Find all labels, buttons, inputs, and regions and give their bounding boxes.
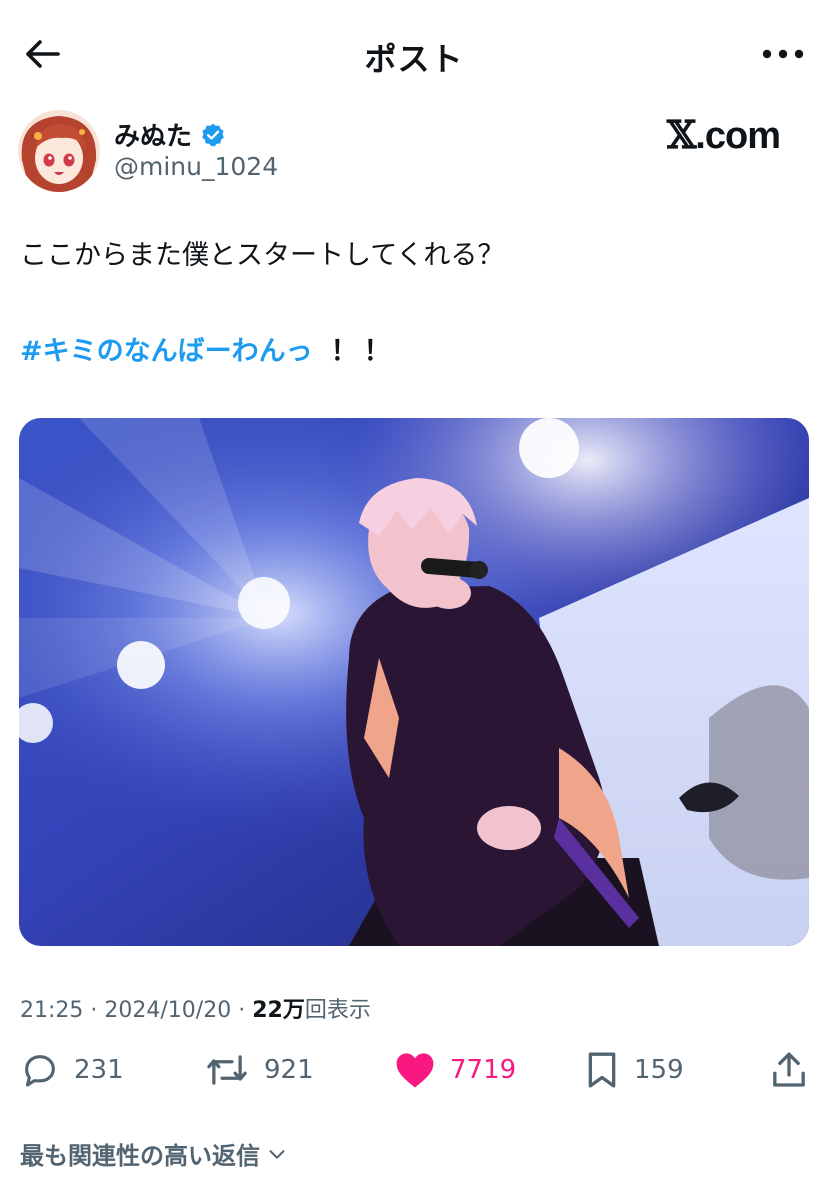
- reply-icon: [25, 1055, 55, 1087]
- like-button[interactable]: 7719: [394, 1050, 516, 1090]
- reply-count: 231: [74, 1055, 124, 1085]
- views-count[interactable]: 22万: [252, 998, 305, 1023]
- reply-button[interactable]: 231: [20, 1050, 124, 1090]
- avatar[interactable]: [18, 110, 100, 192]
- x-com-logo: 𝕏.com: [666, 112, 781, 158]
- action-bar: 231 921 7719 159: [0, 1050, 828, 1100]
- hashtag-link[interactable]: #キミのなんばーわんっ: [20, 336, 313, 367]
- repost-icon: [207, 1055, 247, 1085]
- share-button[interactable]: [770, 1050, 808, 1090]
- page-title: ポスト: [364, 40, 464, 78]
- heart-icon: [396, 1053, 434, 1088]
- tweet-hashtag-line: #キミのなんばーわんっ ！！: [20, 332, 397, 372]
- bookmark-button[interactable]: 159: [584, 1050, 684, 1090]
- more-horizontal-icon: [762, 49, 804, 59]
- x-logo-domain: .com: [695, 115, 781, 157]
- x-logo-mark: 𝕏: [666, 112, 697, 157]
- author-name-row[interactable]: みぬた: [114, 116, 226, 153]
- more-options-button[interactable]: [758, 36, 808, 72]
- post-time: 21:25: [20, 998, 84, 1023]
- like-count: 7719: [450, 1055, 517, 1085]
- tweet-meta: 21:25 · 2024/10/20 · 22万回表示: [20, 992, 371, 1024]
- header: ポスト: [0, 0, 828, 108]
- tweet-text: ここからまた僕とスタートしてくれる？: [20, 240, 505, 271]
- bookmark-count: 159: [634, 1055, 684, 1085]
- tweet-suffix: ！！: [330, 336, 397, 367]
- replies-sort-dropdown[interactable]: 最も関連性の高い返信: [20, 1136, 288, 1171]
- display-name[interactable]: みぬた: [114, 116, 192, 153]
- meta-separator: ·: [238, 998, 246, 1023]
- author-handle[interactable]: @minu_1024: [114, 152, 278, 181]
- tweet-photo[interactable]: [19, 418, 809, 946]
- post-date: 2024/10/20: [104, 998, 232, 1023]
- chevron-down-icon: [269, 1149, 285, 1159]
- replies-sort-label: 最も関連性の高い返信: [20, 1142, 260, 1170]
- verified-badge-icon: [202, 123, 224, 146]
- views-label[interactable]: 回表示: [305, 998, 371, 1023]
- repost-button[interactable]: 921: [204, 1050, 314, 1090]
- bookmark-icon: [588, 1052, 616, 1088]
- share-icon: [773, 1052, 805, 1087]
- meta-separator: ·: [90, 998, 98, 1023]
- repost-count: 921: [264, 1055, 314, 1085]
